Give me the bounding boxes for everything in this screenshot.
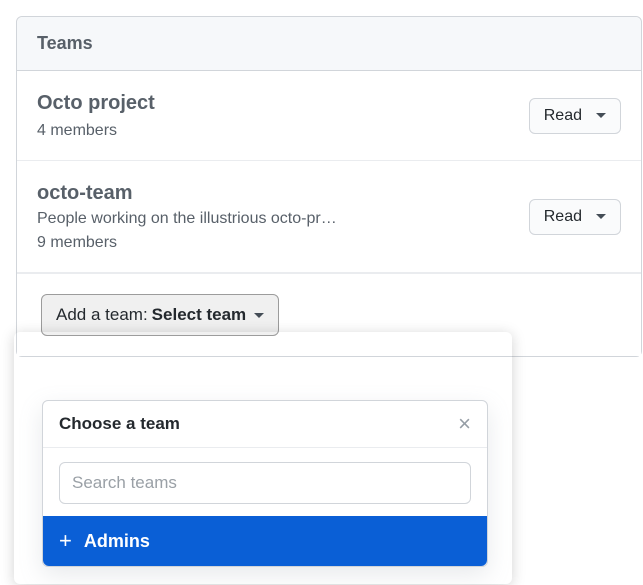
- team-members-count: 4 members: [37, 122, 155, 140]
- add-team-row: Add a team: Select team: [17, 273, 641, 356]
- permission-label: Read: [544, 208, 582, 226]
- teams-panel: Teams Octo project 4 members Read octo-t…: [16, 16, 642, 357]
- chevron-down-icon: [254, 313, 264, 318]
- add-team-selected: Select team: [152, 305, 247, 325]
- team-name[interactable]: Octo project: [37, 91, 155, 116]
- chevron-down-icon: [596, 214, 606, 219]
- team-option-admins[interactable]: + Admins: [43, 516, 487, 566]
- team-description: People working on the illustrious octo-p…: [37, 210, 337, 228]
- search-teams-input[interactable]: [59, 462, 471, 504]
- permission-dropdown[interactable]: Read: [529, 199, 621, 235]
- team-members-count: 9 members: [37, 234, 337, 252]
- add-team-prefix: Add a team:: [56, 305, 148, 325]
- team-row: octo-team People working on the illustri…: [17, 161, 641, 273]
- permission-label: Read: [544, 107, 582, 125]
- plus-icon: +: [59, 530, 72, 552]
- team-option-label: Admins: [84, 531, 150, 552]
- close-icon[interactable]: ×: [458, 413, 471, 435]
- team-name[interactable]: octo-team: [37, 181, 337, 206]
- team-row: Octo project 4 members Read: [17, 71, 641, 161]
- permission-dropdown[interactable]: Read: [529, 98, 621, 134]
- chevron-down-icon: [596, 113, 606, 118]
- panel-title: Teams: [17, 17, 641, 71]
- popover-title: Choose a team: [59, 414, 180, 434]
- team-select-popover: Choose a team × + Admins: [42, 400, 488, 567]
- add-team-dropdown[interactable]: Add a team: Select team: [41, 294, 279, 336]
